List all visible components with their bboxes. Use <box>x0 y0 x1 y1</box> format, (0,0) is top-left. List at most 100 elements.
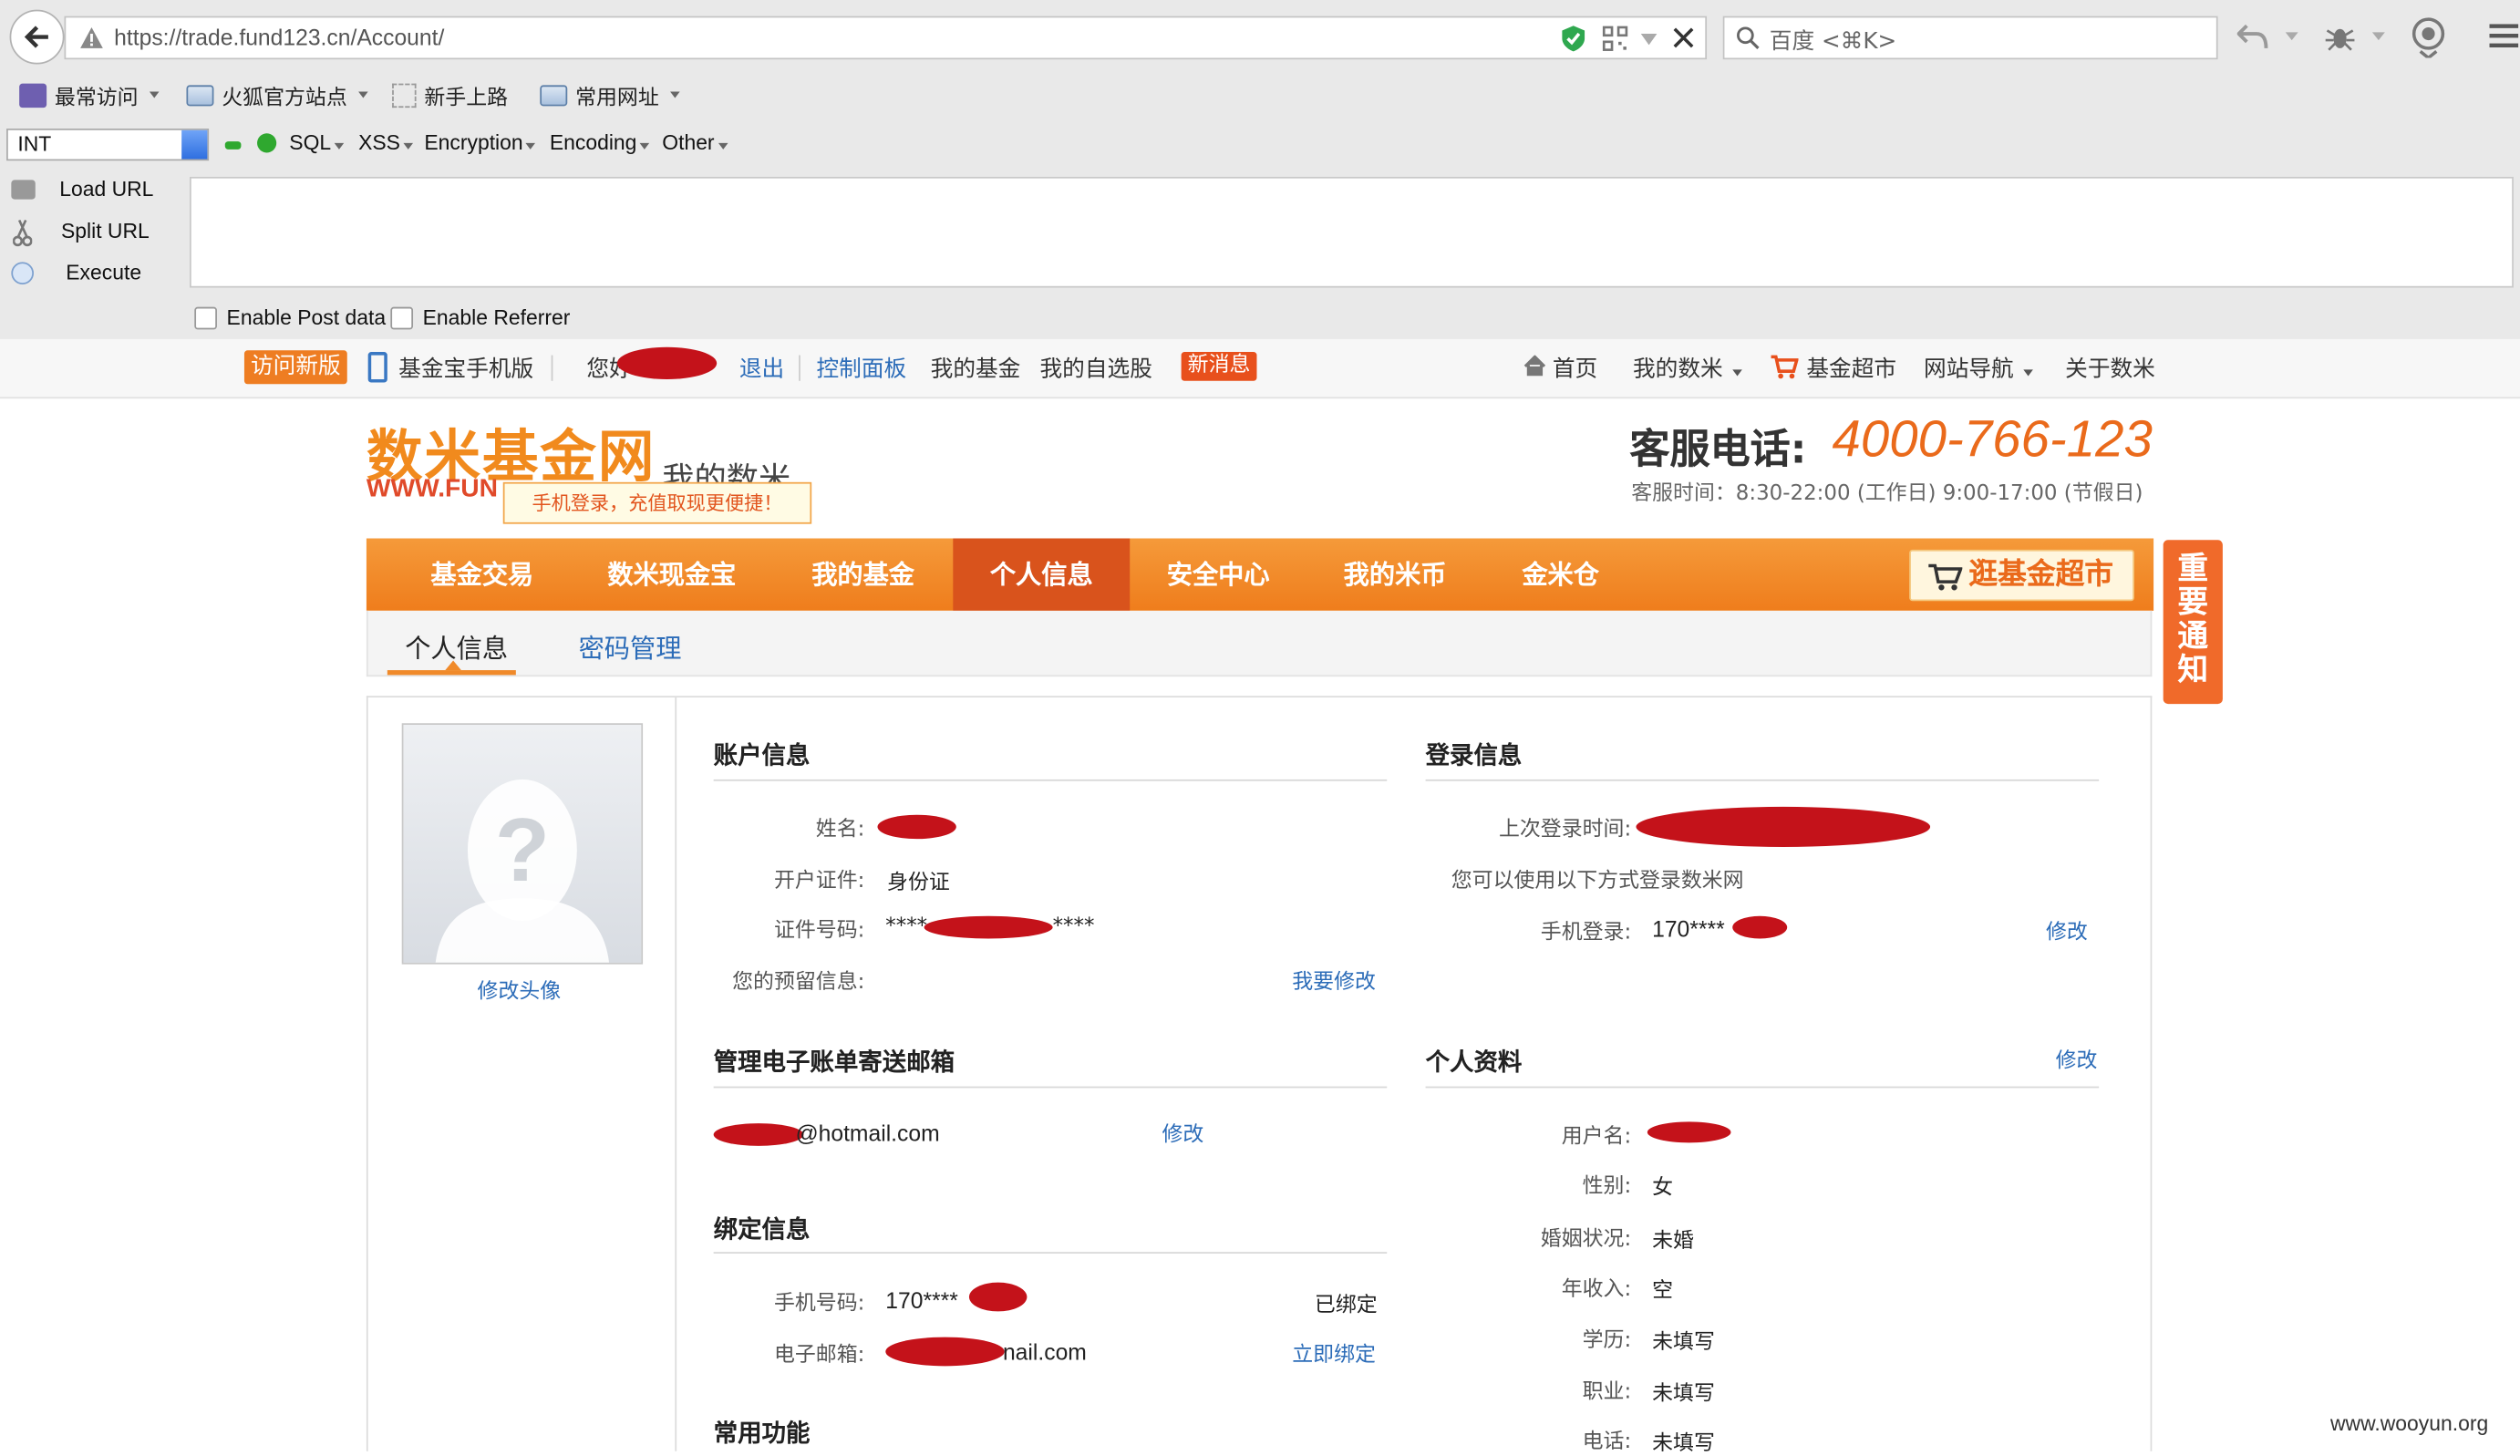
tab-personal-info[interactable]: 个人信息 <box>405 626 508 665</box>
bug-dropdown-icon[interactable] <box>2371 32 2385 41</box>
bookmark-most-visited[interactable]: 最常访问 <box>19 78 160 110</box>
warning-icon <box>80 26 103 48</box>
folder-icon <box>186 84 214 106</box>
nav-my-funds[interactable]: 我的基金 <box>811 539 914 611</box>
divider <box>1425 1086 2100 1089</box>
menu-other[interactable]: Other <box>662 130 728 154</box>
bookmark-firefox-official[interactable]: 火狐官方站点 <box>186 78 368 110</box>
profile-row-label: 年收入: <box>1561 1277 1632 1302</box>
login-info-title: 登录信息 <box>1425 740 1523 770</box>
notice-label: 重要通知 <box>2177 551 2209 688</box>
address-bar[interactable]: https://trade.fund123.cn/Account/ <box>64 15 1708 60</box>
bookmark-common-sites[interactable]: 常用网址 <box>540 78 680 110</box>
nav-fund-trading[interactable]: 基金交易 <box>430 539 533 611</box>
bookmark-label: 常用网址 <box>575 86 659 110</box>
email-section-title: 管理电子账单寄送邮箱 <box>713 1048 955 1078</box>
undo-icon[interactable] <box>2236 23 2269 52</box>
default-avatar-icon: ? <box>435 779 610 963</box>
phone-label: 手机号码: <box>773 1292 865 1317</box>
profile-row-label: 性别: <box>1582 1174 1632 1200</box>
load-url-button[interactable]: Load URL <box>59 177 153 201</box>
minus-icon[interactable] <box>224 141 242 150</box>
caret-icon <box>639 142 650 150</box>
fund-market-button[interactable]: 逛基金超市 <box>1909 549 2134 602</box>
edit-email-link[interactable]: 修改 <box>1162 1117 1203 1147</box>
bookmark-label: 最常访问 <box>54 86 139 110</box>
phone-value: 170**** <box>885 1286 958 1314</box>
nav-cash-treasure[interactable]: 数米现金宝 <box>607 539 736 611</box>
search-bar[interactable]: 百度 <⌘K> <box>1722 15 2218 60</box>
split-url-button[interactable]: Split URL <box>61 219 150 243</box>
visit-new-version-link[interactable]: 访问新版 <box>243 350 347 385</box>
hackbar-url-textarea[interactable] <box>190 176 2514 288</box>
svg-text:?: ? <box>495 800 550 900</box>
dropdown-icon[interactable] <box>1640 34 1658 46</box>
divider <box>551 355 553 381</box>
billing-email-value: @hotmail.com <box>795 1120 940 1146</box>
checkbox-box <box>194 305 217 329</box>
redaction-mark <box>877 814 956 840</box>
avatar[interactable]: ? <box>401 723 644 965</box>
menu-icon[interactable] <box>2489 23 2519 48</box>
redaction-mark <box>1732 915 1788 939</box>
execute-button[interactable]: Execute <box>66 261 141 284</box>
logout-link[interactable]: 退出 <box>739 352 784 384</box>
profile-row-value: 未婚 <box>1652 1229 1694 1254</box>
plus-icon[interactable] <box>257 133 277 153</box>
edit-avatar-link[interactable]: 修改头像 <box>478 974 562 1004</box>
important-notice-tab[interactable]: 重要通知 <box>2163 540 2223 705</box>
control-panel-link[interactable]: 控制面板 <box>816 352 906 384</box>
menu-encoding[interactable]: Encoding <box>550 130 650 154</box>
menu-label: Encryption <box>424 129 523 155</box>
profile-row-label: 婚姻状况: <box>1540 1227 1632 1253</box>
nav-personal-info[interactable]: 个人信息 <box>953 538 1131 611</box>
my-shumi-link[interactable]: 我的数米 <box>1633 352 1743 384</box>
bug-icon[interactable] <box>2324 23 2356 52</box>
mobile-version-link[interactable]: 基金宝手机版 <box>398 352 533 384</box>
nav-security-center[interactable]: 安全中心 <box>1167 539 1270 611</box>
menu-xss[interactable]: XSS <box>358 130 414 154</box>
back-button[interactable] <box>9 9 65 65</box>
close-icon[interactable] <box>1673 27 1694 48</box>
edit-mobile-login-link[interactable]: 修改 <box>2046 914 2088 945</box>
about-link[interactable]: 关于数米 <box>2065 352 2155 384</box>
login-methods-text: 您可以使用以下方式登录数米网 <box>1451 869 1744 894</box>
profile-row-value: 空 <box>1652 1279 1674 1304</box>
fund-market-link[interactable]: 基金超市 <box>1806 352 1896 384</box>
scissors-icon <box>13 219 33 247</box>
enable-post-data-checkbox[interactable]: Enable Post data <box>194 305 386 329</box>
nav-my-mibi[interactable]: 我的米币 <box>1344 539 1447 611</box>
hackbar-type-select[interactable]: INT <box>6 129 210 161</box>
my-watchlist-link[interactable]: 我的自选股 <box>1040 352 1152 384</box>
qr-code-icon[interactable] <box>1602 26 1628 51</box>
site-nav-link[interactable]: 网站导航 <box>1924 352 2034 384</box>
menu-encryption[interactable]: Encryption <box>424 129 536 155</box>
service-hours: 客服时间：8:30-22:00 (工作日) 9:00-17:00 (节假日) <box>1631 481 2143 507</box>
my-funds-link[interactable]: 我的基金 <box>931 352 1021 384</box>
new-message-link[interactable]: 新消息 <box>1181 352 1257 381</box>
enable-referrer-checkbox[interactable]: Enable Referrer <box>390 305 570 329</box>
cart-icon <box>1771 355 1799 379</box>
menu-sql[interactable]: SQL <box>289 130 345 154</box>
profile-title: 个人资料 <box>1425 1048 1523 1078</box>
bookmark-label: 新手上路 <box>424 86 509 110</box>
divider <box>713 779 1388 781</box>
phone-bound-status: 已绑定 <box>1314 1294 1378 1318</box>
shield-icon[interactable] <box>1561 24 1586 53</box>
edit-reserved-info-link[interactable]: 我要修改 <box>1292 965 1376 995</box>
divider <box>713 1252 1388 1254</box>
caret-icon <box>149 91 160 98</box>
nav-jinmi-cang[interactable]: 金米仓 <box>1522 539 1599 611</box>
profile-row-label: 电话: <box>1582 1430 1632 1455</box>
caret-icon <box>403 142 414 150</box>
undo-dropdown-icon[interactable] <box>2285 32 2298 41</box>
home-link[interactable]: 首页 <box>1553 352 1597 384</box>
extension-icon[interactable] <box>2411 16 2446 58</box>
edit-profile-link[interactable]: 修改 <box>2056 1043 2098 1073</box>
bookmark-getting-started[interactable]: 新手上路 <box>392 78 508 110</box>
watermark: www.wooyun.org <box>2329 1410 2489 1436</box>
profile-row-value: 未填写 <box>1652 1330 1715 1356</box>
tab-password-management[interactable]: 密码管理 <box>579 626 682 665</box>
bind-email-link[interactable]: 立即绑定 <box>1292 1337 1376 1368</box>
star-folder-icon <box>19 82 47 108</box>
